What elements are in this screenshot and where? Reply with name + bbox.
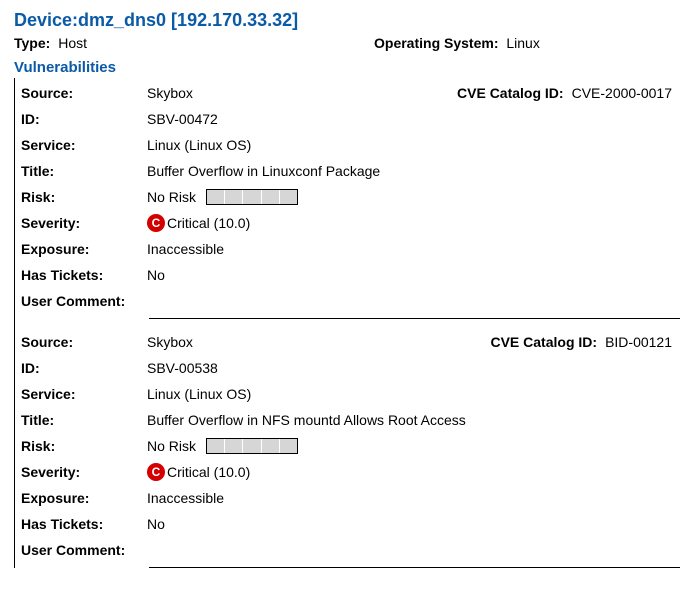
- severity-label: Severity:: [19, 214, 147, 232]
- cve-label: CVE Catalog ID:: [457, 84, 564, 102]
- critical-icon: C: [147, 214, 165, 232]
- type-value: Host: [58, 35, 87, 51]
- exposure-value: Inaccessible: [147, 489, 224, 507]
- risk-meter: [206, 189, 298, 205]
- exposure-value: Inaccessible: [147, 240, 224, 258]
- service-label: Service:: [19, 136, 147, 154]
- os-label: Operating System:: [374, 35, 498, 51]
- title-value: Buffer Overflow in NFS mountd Allows Roo…: [147, 411, 466, 429]
- severity-label: Severity:: [19, 463, 147, 481]
- source-label: Source:: [19, 333, 147, 351]
- page-root: Device:dmz_dns0 [192.170.33.32] Type: Ho…: [0, 0, 700, 590]
- id-value: SBV-00538: [147, 359, 218, 377]
- id-label: ID:: [19, 110, 147, 128]
- type-label: Type:: [14, 35, 50, 51]
- separator: [149, 567, 680, 568]
- critical-icon: C: [147, 463, 165, 481]
- cve-value: CVE-2000-0017: [572, 84, 672, 102]
- device-meta-row: Type: Host Operating System: Linux: [14, 35, 686, 51]
- risk-label: Risk:: [19, 437, 147, 455]
- title-label: Title:: [19, 411, 147, 429]
- cve-label: CVE Catalog ID:: [490, 333, 597, 351]
- device-os: Operating System: Linux: [374, 35, 686, 51]
- has-tickets-value: No: [147, 515, 165, 533]
- id-label: ID:: [19, 359, 147, 377]
- risk-segment: [207, 190, 225, 204]
- has-tickets-label: Has Tickets:: [19, 515, 147, 533]
- device-type: Type: Host: [14, 35, 374, 51]
- source-label: Source:: [19, 84, 147, 102]
- severity-value: Critical (10.0): [167, 463, 250, 481]
- risk-value: No Risk: [147, 188, 196, 206]
- risk-meter: [206, 438, 298, 454]
- separator: [149, 318, 680, 319]
- exposure-label: Exposure:: [19, 489, 147, 507]
- title-label: Title:: [19, 162, 147, 180]
- severity-value: Critical (10.0): [167, 214, 250, 232]
- device-title: Device:dmz_dns0 [192.170.33.32]: [14, 10, 686, 31]
- risk-segment: [243, 190, 261, 204]
- vulnerability-item: Source: Skybox CVE Catalog ID: CVE-2000-…: [15, 78, 686, 319]
- risk-segment: [262, 439, 280, 453]
- service-value: Linux (Linux OS): [147, 136, 251, 154]
- risk-value: No Risk: [147, 437, 196, 455]
- title-value: Buffer Overflow in Linuxconf Package: [147, 162, 380, 180]
- source-value: Skybox: [147, 84, 193, 102]
- risk-segment: [280, 190, 297, 204]
- has-tickets-label: Has Tickets:: [19, 266, 147, 284]
- risk-segment: [262, 190, 280, 204]
- cve-value: BID-00121: [605, 333, 672, 351]
- user-comment-label: User Comment:: [19, 292, 147, 310]
- id-value: SBV-00472: [147, 110, 218, 128]
- user-comment-label: User Comment:: [19, 541, 147, 559]
- service-label: Service:: [19, 385, 147, 403]
- vulnerabilities-heading: Vulnerabilities: [14, 59, 686, 76]
- risk-label: Risk:: [19, 188, 147, 206]
- vulnerability-item: Source: Skybox CVE Catalog ID: BID-00121…: [15, 327, 686, 568]
- os-value: Linux: [506, 35, 539, 51]
- risk-segment: [225, 439, 243, 453]
- risk-segment: [225, 190, 243, 204]
- risk-segment: [280, 439, 297, 453]
- risk-segment: [243, 439, 261, 453]
- source-value: Skybox: [147, 333, 193, 351]
- service-value: Linux (Linux OS): [147, 385, 251, 403]
- exposure-label: Exposure:: [19, 240, 147, 258]
- has-tickets-value: No: [147, 266, 165, 284]
- risk-segment: [207, 439, 225, 453]
- vulnerabilities-list: Source: Skybox CVE Catalog ID: CVE-2000-…: [14, 78, 686, 568]
